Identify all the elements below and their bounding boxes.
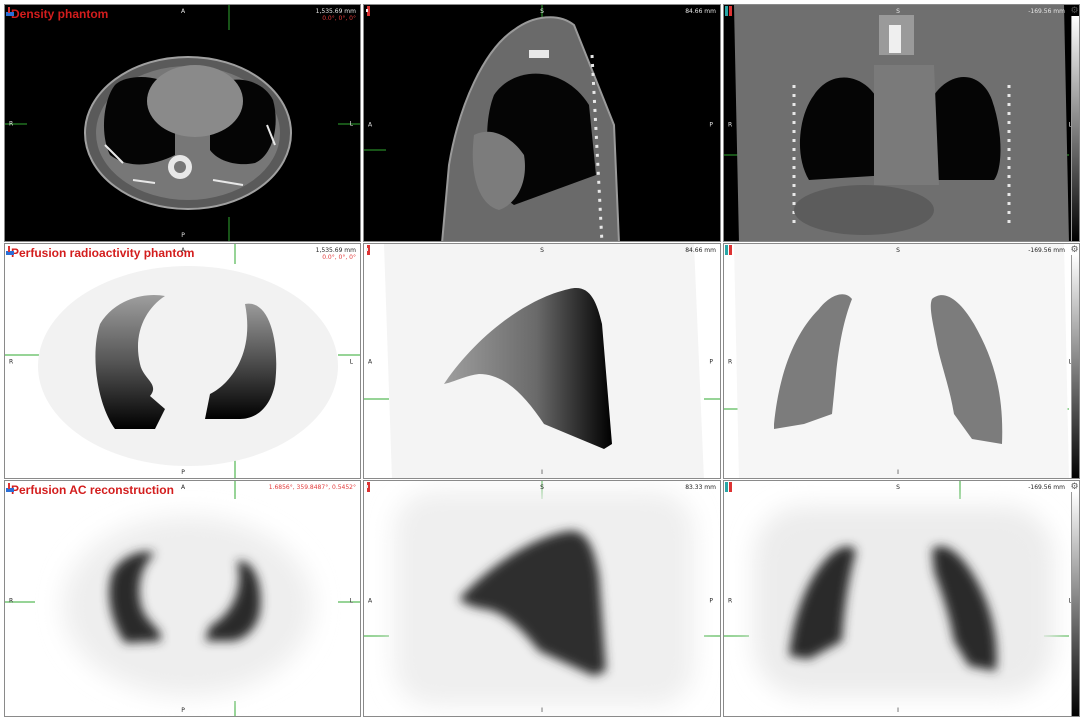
- orientation-label-top: S: [540, 8, 544, 15]
- phantom-sagittal-image: [364, 244, 720, 478]
- orientation-label-bottom: I: [541, 469, 543, 476]
- orientation-label-bottom: P: [181, 232, 185, 239]
- recon-axial-image: [5, 481, 360, 716]
- viewport-phantom-coronal[interactable]: S I R L -169.56 mm ⚙: [723, 243, 1080, 479]
- row-title: Density phantom: [11, 7, 109, 21]
- body-orientation-icon[interactable]: [5, 5, 15, 17]
- density-coronal-image: [724, 5, 1069, 241]
- orientation-label-bottom: I: [897, 707, 899, 714]
- orientation-label-right: L: [349, 358, 353, 366]
- orientation-label-top: S: [540, 484, 544, 491]
- orientation-label-bottom: P: [181, 707, 185, 714]
- slice-position-readout: -169.56 mm: [1028, 247, 1065, 254]
- viewport-density-sagittal[interactable]: S A P 84.66 mm: [363, 4, 721, 242]
- viewport-recon-coronal[interactable]: S I R L -169.56 mm ⚙: [723, 480, 1080, 717]
- gear-icon[interactable]: ⚙: [1070, 246, 1079, 255]
- orientation-label-left: A: [368, 597, 373, 605]
- orientation-label-bottom: I: [897, 469, 899, 476]
- slice-position-readout: 84.66 mm: [685, 8, 716, 15]
- orientation-label-bottom: I: [541, 707, 543, 714]
- slice-position-readout: 83.33 mm: [685, 484, 716, 491]
- slice-position-readout: -169.56 mm: [1028, 8, 1065, 15]
- body-orientation-icon[interactable]: [724, 5, 734, 17]
- orientation-label-top: S: [896, 484, 900, 491]
- viewport-recon-axial[interactable]: Perfusion AC reconstruction A P R L 1.68…: [4, 480, 361, 717]
- orientation-label-top: A: [180, 484, 186, 491]
- colorbar: [1071, 492, 1079, 716]
- gear-icon[interactable]: ⚙: [1070, 483, 1079, 492]
- orientation-label-left: R: [9, 120, 14, 128]
- density-axial-image: [5, 5, 360, 241]
- phantom-axial-image: [5, 244, 360, 478]
- orientation-label-left: R: [9, 597, 14, 605]
- row-title: Perfusion AC reconstruction: [11, 483, 174, 497]
- recon-coronal-image: [724, 481, 1069, 696]
- orientation-label-left: R: [728, 121, 733, 129]
- body-orientation-icon[interactable]: [5, 481, 15, 493]
- body-orientation-icon[interactable]: [724, 244, 734, 256]
- rotation-angles-readout: 0.0°, 0°, 0°: [322, 254, 356, 261]
- orientation-label-top: S: [540, 247, 544, 254]
- orientation-label-right: L: [349, 120, 353, 128]
- recon-sagittal-image: [364, 481, 720, 706]
- orientation-label-left: A: [368, 358, 373, 366]
- rotation-angles-readout: 0.0°, 0°, 0°: [322, 15, 356, 22]
- orientation-label-left: R: [728, 597, 733, 605]
- orientation-label-left: R: [728, 358, 733, 366]
- viewport-phantom-axial[interactable]: Perfusion radioactivity phantom A P R L …: [4, 243, 361, 479]
- orientation-label-top: A: [180, 247, 186, 254]
- orientation-label-right: P: [709, 358, 713, 366]
- slice-position-readout: 1,535.69 mm: [315, 8, 356, 15]
- row-title: Perfusion radioactivity phantom: [11, 246, 195, 260]
- orientation-label-top: S: [896, 247, 900, 254]
- body-orientation-icon[interactable]: [364, 481, 374, 493]
- slice-position-readout: -169.56 mm: [1028, 484, 1065, 491]
- slice-position-readout: 1,535.69 mm: [315, 247, 356, 254]
- rotation-angles-readout: 1.6856°, 359.8487°, 0.5452°: [268, 484, 356, 491]
- orientation-label-left: A: [368, 121, 373, 129]
- viewer-grid: Density phantom A P R L 1,535.69 mm 0.0°…: [0, 0, 1084, 721]
- orientation-label-left: R: [9, 358, 14, 366]
- body-orientation-icon[interactable]: [364, 244, 374, 256]
- slice-position-readout: 84.66 mm: [685, 247, 716, 254]
- orientation-label-top: A: [180, 8, 186, 15]
- viewport-density-coronal[interactable]: S R L -169.56 mm ⚙: [723, 4, 1080, 242]
- viewport-density-axial[interactable]: Density phantom A P R L 1,535.69 mm 0.0°…: [4, 4, 361, 242]
- colorbar: [1071, 255, 1079, 478]
- viewport-recon-sagittal[interactable]: S I A P 83.33 mm: [363, 480, 721, 717]
- orientation-label-bottom: P: [181, 469, 185, 476]
- orientation-label-right: P: [709, 597, 713, 605]
- viewport-phantom-sagittal[interactable]: S I A P 84.66 mm: [363, 243, 721, 479]
- gear-icon[interactable]: ⚙: [1070, 7, 1079, 16]
- orientation-label-top: S: [896, 8, 900, 15]
- density-sagittal-image: [364, 5, 620, 241]
- phantom-coronal-image: [724, 244, 1069, 478]
- colorbar: [1071, 16, 1079, 241]
- body-orientation-icon[interactable]: [5, 244, 15, 256]
- body-orientation-icon[interactable]: [364, 5, 374, 17]
- orientation-label-right: P: [709, 121, 713, 129]
- orientation-label-right: L: [349, 597, 353, 605]
- body-orientation-icon[interactable]: [724, 481, 734, 493]
